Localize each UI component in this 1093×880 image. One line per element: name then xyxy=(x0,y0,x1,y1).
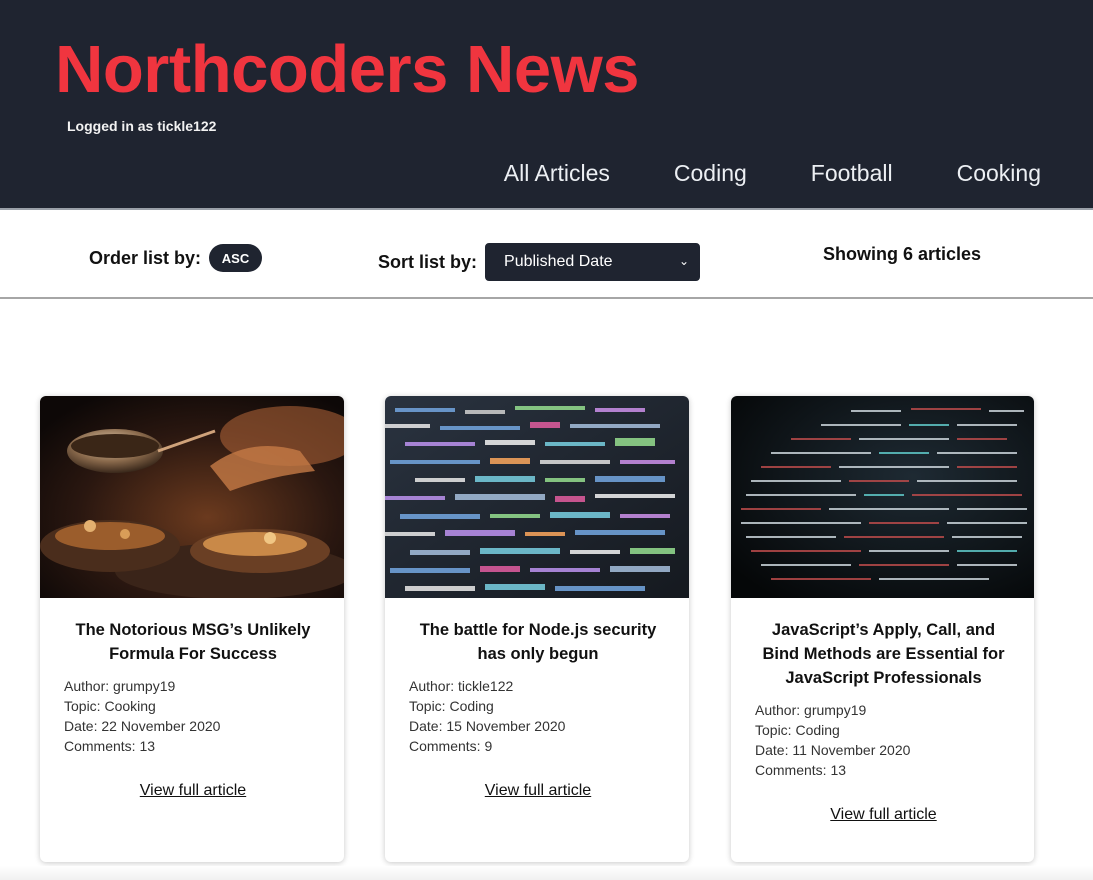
article-card: JavaScript’s Apply, Call, and Bind Metho… xyxy=(731,396,1034,862)
article-comments: Comments: 9 xyxy=(409,738,493,754)
article-meta: Author: grumpy19 Topic: Cooking Date: 22… xyxy=(64,676,322,756)
article-comments: Comments: 13 xyxy=(755,762,847,778)
view-full-article-link[interactable]: View full article xyxy=(755,806,1012,824)
nav-coding[interactable]: Coding xyxy=(674,158,747,188)
view-full-article-link[interactable]: View full article xyxy=(409,782,667,800)
nav-football[interactable]: Football xyxy=(811,158,893,188)
article-image-nodejs[interactable] xyxy=(385,396,689,598)
view-full-article-link[interactable]: View full article xyxy=(64,782,322,800)
nav-all-articles[interactable]: All Articles xyxy=(504,158,610,188)
order-toggle-button[interactable]: ASC xyxy=(209,244,263,272)
bottom-fade xyxy=(0,866,1093,880)
article-meta: Author: tickle122 Topic: Coding Date: 15… xyxy=(409,676,667,756)
topic-nav: All Articles Coding Football Cooking xyxy=(440,158,1041,188)
article-title: The Notorious MSG’s Unlikely Formula For… xyxy=(75,621,311,663)
list-controls: Order list by: ASC Sort list by: Publish… xyxy=(0,210,1093,299)
code-screen-photo xyxy=(385,396,689,598)
article-comments: Comments: 13 xyxy=(64,738,156,754)
article-card: The battle for Node.js security has only… xyxy=(385,396,689,862)
dark-code-photo xyxy=(731,396,1034,598)
article-title: The battle for Node.js security has only… xyxy=(419,621,657,663)
article-topic: Topic: Cooking xyxy=(64,698,156,714)
article-topic: Topic: Coding xyxy=(755,722,840,738)
nav-cooking[interactable]: Cooking xyxy=(957,158,1041,188)
article-author: Author: grumpy19 xyxy=(64,678,176,694)
sort-label: Sort list by: xyxy=(378,251,478,272)
order-control: Order list by: ASC xyxy=(89,244,263,272)
sort-select[interactable]: Published Date ⌄ xyxy=(485,243,701,281)
article-topic: Topic: Coding xyxy=(409,698,494,714)
article-card-body: The battle for Node.js security has only… xyxy=(385,598,689,800)
order-label: Order list by: xyxy=(89,247,202,268)
article-date: Date: 22 November 2020 xyxy=(64,718,221,734)
site-header: Northcoders News Logged in as tickle122 … xyxy=(0,0,1093,210)
article-meta: Author: grumpy19 Topic: Coding Date: 11 … xyxy=(755,700,1012,780)
site-title[interactable]: Northcoders News xyxy=(55,30,639,110)
article-author: Author: tickle122 xyxy=(409,678,514,694)
article-card-body: The Notorious MSG’s Unlikely Formula For… xyxy=(40,598,344,800)
article-count: Showing 6 articles xyxy=(823,244,982,264)
sort-selected-value: Published Date xyxy=(504,253,613,270)
chevron-down-icon: ⌄ xyxy=(678,254,690,268)
article-image-cooking[interactable] xyxy=(40,396,344,598)
cooking-photo xyxy=(40,396,344,598)
article-title: JavaScript’s Apply, Call, and Bind Metho… xyxy=(762,621,1005,687)
article-date: Date: 11 November 2020 xyxy=(755,742,911,758)
sort-control: Sort list by: Published Date ⌄ xyxy=(378,243,701,281)
article-card: The Notorious MSG’s Unlikely Formula For… xyxy=(40,396,344,862)
article-image-javascript[interactable] xyxy=(731,396,1034,598)
article-card-body: JavaScript’s Apply, Call, and Bind Metho… xyxy=(731,598,1034,824)
login-status: Logged in as tickle122 xyxy=(67,118,217,134)
article-date: Date: 15 November 2020 xyxy=(409,718,566,734)
article-author: Author: grumpy19 xyxy=(755,702,867,718)
